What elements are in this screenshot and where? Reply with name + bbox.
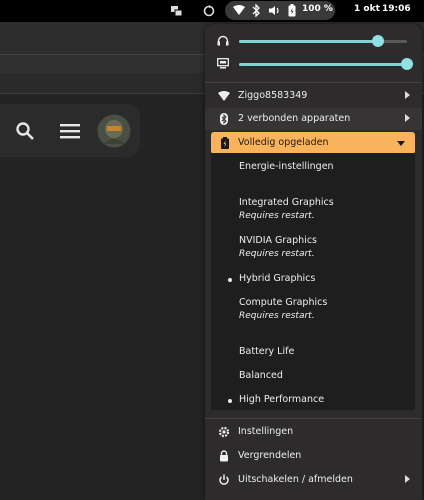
hamburger-menu-icon[interactable] (60, 123, 80, 139)
power-settings-label: Energie-instellingen (239, 161, 334, 172)
brightness-slider[interactable] (239, 58, 413, 70)
battery-submenu: Energie-instellingen Integrated Graphics… (211, 153, 415, 410)
headphones-icon (217, 35, 229, 46)
power-profile-option[interactable]: Battery Life (211, 346, 415, 364)
chevron-right-icon (405, 475, 410, 483)
wifi-icon (233, 5, 245, 15)
volume-slider-fill (239, 40, 379, 43)
graphics-option-label: Compute Graphics (239, 297, 328, 308)
power-off-label: Uitschakelen / afmelden (238, 474, 353, 485)
volume-slider[interactable] (239, 35, 407, 47)
date[interactable]: 1 okt (354, 4, 380, 14)
clock[interactable]: 19:06 (382, 4, 411, 14)
wifi-network-name: Ziggo8583349 (238, 90, 308, 101)
search-icon[interactable] (16, 122, 34, 140)
battery-icon (288, 4, 296, 17)
avatar[interactable] (97, 114, 131, 148)
power-icon (219, 474, 229, 485)
bluetooth-status: 2 verbonden apparaten (238, 113, 351, 124)
window-manager-icon[interactable] (170, 4, 183, 18)
lock-label: Vergrendelen (238, 450, 302, 461)
graphics-option-note: Requires restart. (239, 211, 315, 221)
divider (205, 82, 422, 83)
settings-label: Instellingen (238, 426, 294, 437)
graphics-option-label: Integrated Graphics (239, 197, 334, 208)
divider (205, 418, 422, 419)
app-toolbar (0, 104, 140, 157)
selected-indicator (228, 399, 232, 403)
graphics-option-selected[interactable]: Hybrid Graphics (211, 273, 415, 291)
battery-status: Volledig opgeladen (238, 137, 329, 148)
chevron-down-icon (397, 141, 405, 146)
system-status-area[interactable]: 100 % (225, 1, 335, 20)
selected-indicator (228, 278, 232, 282)
lock-menu-item[interactable]: Vergrendelen (205, 445, 422, 467)
graphics-option-note: Requires restart. (239, 311, 315, 321)
quick-settings-menu: Ziggo8583349 2 verbonden apparaten Volle… (205, 24, 422, 500)
wifi-icon (218, 91, 230, 101)
graphics-option-label: Hybrid Graphics (239, 273, 316, 284)
battery-percent: 100 % (302, 4, 333, 14)
power-profile-label: High Performance (239, 394, 325, 405)
gear-icon (218, 426, 230, 438)
power-off-menu-item[interactable]: Uitschakelen / afmelden (205, 469, 422, 491)
lock-icon (220, 450, 228, 462)
battery-icon (221, 137, 229, 149)
graphics-option[interactable]: Integrated Graphics Requires restart. (211, 197, 415, 227)
brightness-slider-fill (239, 63, 407, 66)
graphics-option[interactable]: Compute Graphics Requires restart. (211, 297, 415, 327)
volume-icon (269, 6, 279, 15)
chevron-right-icon (405, 91, 410, 99)
settings-menu-item[interactable]: Instellingen (205, 421, 422, 443)
graphics-option-note: Requires restart. (239, 249, 315, 259)
power-profile-label: Battery Life (239, 346, 295, 357)
power-profile-option[interactable]: Balanced (211, 370, 415, 388)
display-brightness-icon (217, 58, 229, 69)
brightness-slider-knob[interactable] (401, 58, 413, 70)
graphics-option-label: NVIDIA Graphics (239, 235, 317, 246)
volume-slider-knob[interactable] (372, 35, 385, 47)
wifi-menu-item[interactable]: Ziggo8583349 (205, 85, 422, 107)
top-bar: 100 % 1 okt 19:06 (0, 0, 424, 22)
update-icon[interactable] (203, 4, 215, 18)
chevron-right-icon (405, 114, 410, 122)
volume-slider-row (205, 31, 422, 51)
brightness-slider-row (205, 54, 422, 74)
battery-menu-item[interactable]: Volledig opgeladen (211, 132, 415, 154)
power-settings-item[interactable]: Energie-instellingen (211, 161, 415, 179)
power-profile-label: Balanced (239, 370, 283, 381)
bluetooth-menu-item[interactable]: 2 verbonden apparaten (205, 108, 422, 130)
graphics-option[interactable]: NVIDIA Graphics Requires restart. (211, 235, 415, 265)
bluetooth-icon (220, 113, 228, 125)
bluetooth-icon (252, 4, 260, 17)
power-profile-option-selected[interactable]: High Performance (211, 394, 415, 410)
